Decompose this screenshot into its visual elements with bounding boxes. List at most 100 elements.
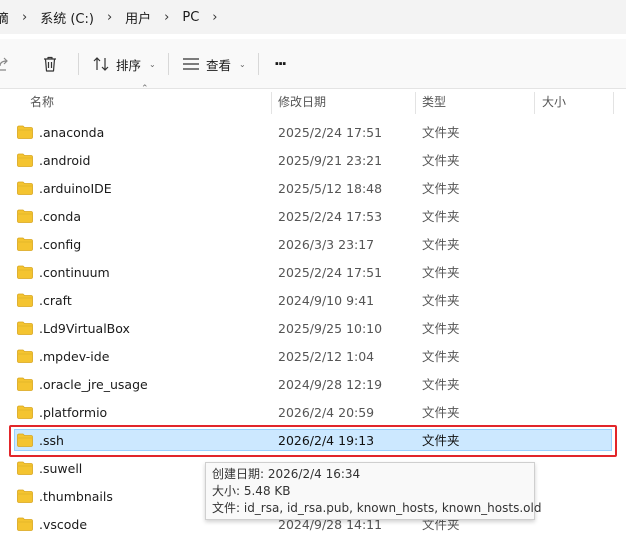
- folder-icon: [17, 517, 33, 531]
- file-row[interactable]: .platformio 2026/2/4 20:59 文件夹: [0, 399, 626, 427]
- file-date: 2025/2/12 1:04: [278, 349, 375, 364]
- folder-icon: [17, 125, 33, 139]
- file-date: 2025/2/24 17:51: [278, 125, 383, 140]
- folder-icon: [17, 265, 33, 279]
- column-divider[interactable]: [534, 92, 535, 114]
- file-type: 文件夹: [422, 433, 460, 448]
- file-name: .config: [39, 237, 82, 252]
- share-button[interactable]: [0, 39, 10, 89]
- share-icon: [0, 57, 8, 71]
- breadcrumb-item-users[interactable]: 用户: [123, 8, 153, 27]
- file-row[interactable]: .mpdev-ide 2025/2/12 1:04 文件夹: [0, 343, 626, 371]
- file-name: .vscode: [39, 517, 88, 532]
- file-type: 文件夹: [422, 181, 460, 196]
- file-type: 文件夹: [422, 349, 460, 364]
- chevron-down-icon: ⌄: [149, 59, 156, 69]
- folder-icon: [17, 433, 33, 447]
- folder-icon: [17, 489, 33, 503]
- column-header-name[interactable]: 名称: [30, 90, 54, 114]
- file-type: 文件夹: [422, 209, 460, 224]
- folder-icon: [17, 209, 33, 223]
- tooltip-created-date: 创建日期: 2026/2/4 16:34: [212, 467, 361, 481]
- column-divider[interactable]: [613, 92, 614, 114]
- file-row[interactable]: .continuum 2025/2/24 17:51 文件夹: [0, 259, 626, 287]
- folder-icon: [17, 321, 33, 335]
- column-header-type[interactable]: 类型: [422, 90, 446, 114]
- file-type: 文件夹: [422, 405, 460, 420]
- toolbar-divider: [168, 53, 169, 75]
- folder-icon: [17, 293, 33, 307]
- file-name: .android: [39, 153, 91, 168]
- breadcrumb-separator[interactable]: ›: [11, 10, 38, 25]
- file-name: .mpdev-ide: [39, 349, 110, 364]
- breadcrumb-item-partial[interactable]: 滴: [0, 8, 11, 27]
- sort-ascending-icon: ⌃: [141, 84, 149, 94]
- file-date: 2026/2/4 19:13: [278, 433, 375, 448]
- file-name: .arduinoIDE: [39, 181, 112, 196]
- column-header-row: ⌃ 名称 修改日期 类型 大小: [0, 84, 626, 114]
- file-explorer-window: 滴 › 系统 (C:) › 用户 › PC › 排序 ⌄ 查看 ⌄ ··· ⌃ …: [0, 0, 626, 536]
- column-header-date[interactable]: 修改日期: [278, 90, 326, 114]
- folder-icon: [17, 461, 33, 475]
- file-row[interactable]: .config 2026/3/3 23:17 文件夹: [0, 231, 626, 259]
- file-date: 2025/2/24 17:53: [278, 209, 383, 224]
- file-type: 文件夹: [422, 293, 460, 308]
- file-row[interactable]: .arduinoIDE 2025/5/12 18:48 文件夹: [0, 175, 626, 203]
- command-bar: 排序 ⌄ 查看 ⌄ ···: [0, 39, 626, 89]
- folder-icon: [17, 377, 33, 391]
- file-date: 2024/9/10 9:41: [278, 293, 375, 308]
- file-date: 2025/9/21 23:21: [278, 153, 383, 168]
- sort-button[interactable]: 排序 ⌄: [92, 39, 156, 89]
- file-date: 2024/9/28 12:19: [278, 377, 383, 392]
- folder-icon: [17, 153, 33, 167]
- file-name: .thumbnails: [39, 489, 113, 504]
- folder-icon: [17, 349, 33, 363]
- file-date: 2025/5/12 18:48: [278, 181, 383, 196]
- more-icon: ···: [274, 55, 287, 73]
- file-name: .oracle_jre_usage: [39, 377, 148, 392]
- breadcrumb-separator[interactable]: ›: [201, 10, 228, 25]
- column-header-size[interactable]: 大小: [542, 90, 566, 114]
- delete-button[interactable]: [41, 39, 59, 89]
- file-name: .ssh: [39, 433, 64, 448]
- file-row[interactable]: .oracle_jre_usage 2024/9/28 12:19 文件夹: [0, 371, 626, 399]
- file-row[interactable]: .anaconda 2025/2/24 17:51 文件夹: [0, 119, 626, 147]
- file-row[interactable]: .android 2025/9/21 23:21 文件夹: [0, 147, 626, 175]
- more-options-button[interactable]: ···: [274, 39, 287, 89]
- view-list-icon: [183, 58, 199, 70]
- column-divider[interactable]: [415, 92, 416, 114]
- breadcrumb-separator[interactable]: ›: [96, 10, 123, 25]
- file-name: .suwell: [39, 461, 83, 476]
- file-name: .continuum: [39, 265, 110, 280]
- file-date: 2026/3/3 23:17: [278, 237, 375, 252]
- file-type: 文件夹: [422, 125, 460, 140]
- breadcrumb-separator[interactable]: ›: [153, 10, 180, 25]
- view-button[interactable]: 查看 ⌄: [182, 39, 246, 89]
- file-row[interactable]: .conda 2025/2/24 17:53 文件夹: [0, 203, 626, 231]
- folder-icon: [17, 237, 33, 251]
- file-name: .craft: [39, 293, 72, 308]
- sort-icon: [93, 57, 109, 71]
- view-label: 查看: [206, 57, 232, 73]
- sort-label: 排序: [116, 57, 142, 73]
- file-date: 2025/9/25 10:10: [278, 321, 383, 336]
- tooltip-size: 大小: 5.48 KB: [212, 484, 291, 498]
- file-row-selected[interactable]: .ssh 2026/2/4 19:13 文件夹: [0, 427, 626, 455]
- file-type: 文件夹: [422, 237, 460, 252]
- file-row[interactable]: .Ld9VirtualBox 2025/9/25 10:10 文件夹: [0, 315, 626, 343]
- file-name: .platformio: [39, 405, 108, 420]
- file-type: 文件夹: [422, 377, 460, 392]
- folder-icon: [17, 181, 33, 195]
- file-name: .Ld9VirtualBox: [39, 321, 130, 336]
- file-row[interactable]: .craft 2024/9/10 9:41 文件夹: [0, 287, 626, 315]
- file-type: 文件夹: [422, 321, 460, 336]
- breadcrumb: 滴 › 系统 (C:) › 用户 › PC ›: [0, 0, 626, 34]
- file-type: 文件夹: [422, 265, 460, 280]
- file-name: .anaconda: [39, 125, 105, 140]
- file-info-tooltip: 创建日期: 2026/2/4 16:34 大小: 5.48 KB 文件: id_…: [205, 462, 541, 520]
- file-date: 2026/2/4 20:59: [278, 405, 375, 420]
- breadcrumb-item-system-drive[interactable]: 系统 (C:): [38, 8, 96, 27]
- toolbar-divider: [258, 53, 259, 75]
- breadcrumb-item-pc[interactable]: PC: [180, 10, 201, 25]
- column-divider[interactable]: [271, 92, 272, 114]
